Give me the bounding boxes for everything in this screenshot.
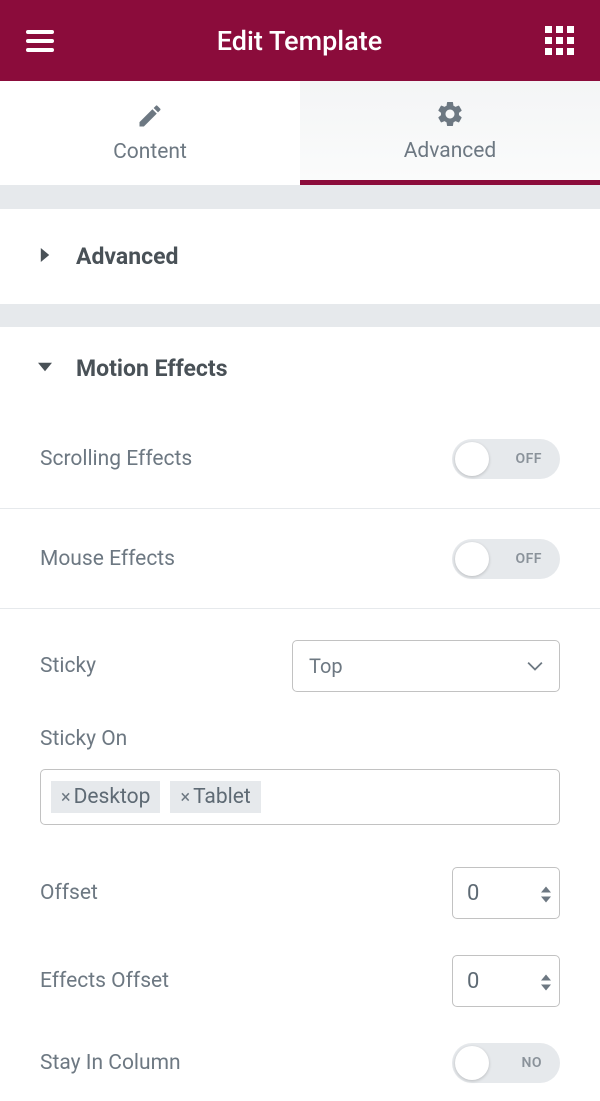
toggle-state: NO — [521, 1055, 542, 1071]
offset-value: 0 — [467, 881, 479, 906]
offset-row: Offset 0 — [0, 849, 600, 937]
gear-icon — [435, 99, 465, 129]
tab-advanced[interactable]: Advanced — [300, 81, 600, 185]
toggle-state: OFF — [515, 551, 542, 567]
section-advanced-title: Advanced — [76, 243, 178, 270]
tab-content[interactable]: Content — [0, 81, 300, 185]
toggle-knob — [455, 542, 489, 576]
sticky-on-label: Sticky On — [40, 727, 560, 751]
toggle-knob — [455, 442, 489, 476]
spinner-down-icon[interactable] — [541, 894, 551, 903]
section-advanced[interactable]: Advanced — [0, 209, 600, 304]
number-spinner — [541, 884, 551, 903]
sticky-label: Sticky — [40, 654, 96, 678]
chevron-down-icon — [527, 657, 543, 676]
editor-header: Edit Template — [0, 0, 600, 81]
spacer — [0, 186, 600, 209]
scrolling-effects-toggle[interactable]: OFF — [452, 439, 560, 479]
scrolling-effects-row: Scrolling Effects OFF — [0, 409, 600, 509]
section-motion-effects[interactable]: Motion Effects — [0, 327, 600, 409]
scrolling-effects-label: Scrolling Effects — [40, 447, 192, 471]
sticky-on-block: Sticky On × Desktop × Tablet — [0, 715, 600, 849]
spinner-up-icon[interactable] — [541, 972, 551, 981]
stay-in-column-toggle[interactable]: NO — [452, 1043, 560, 1083]
section-motion-effects-title: Motion Effects — [76, 355, 228, 382]
remove-tag-icon[interactable]: × — [61, 787, 71, 808]
tag-desktop: × Desktop — [51, 781, 160, 813]
stay-in-column-row: Stay In Column NO — [0, 1025, 600, 1101]
spinner-down-icon[interactable] — [541, 982, 551, 991]
mouse-effects-label: Mouse Effects — [40, 547, 175, 571]
spinner-up-icon[interactable] — [541, 884, 551, 893]
caret-down-icon — [38, 359, 52, 378]
header-title: Edit Template — [217, 25, 382, 57]
stay-in-column-label: Stay In Column — [40, 1051, 181, 1075]
sticky-on-input[interactable]: × Desktop × Tablet — [40, 769, 560, 825]
panel-tabs: Content Advanced — [0, 81, 600, 186]
number-spinner — [541, 972, 551, 991]
mouse-effects-toggle[interactable]: OFF — [452, 539, 560, 579]
sticky-row: Sticky Top — [0, 609, 600, 715]
tag-label: Desktop — [74, 785, 151, 809]
toggle-knob — [455, 1046, 489, 1080]
sticky-select-value: Top — [309, 654, 343, 678]
apps-grid-icon[interactable] — [545, 26, 574, 55]
spacer — [0, 304, 600, 327]
offset-label: Offset — [40, 881, 98, 905]
toggle-state: OFF — [515, 451, 542, 467]
tag-tablet: × Tablet — [170, 781, 260, 813]
effects-offset-value: 0 — [467, 969, 479, 994]
effects-offset-row: Effects Offset 0 — [0, 937, 600, 1025]
tab-content-label: Content — [113, 140, 187, 164]
tag-label: Tablet — [193, 785, 251, 809]
effects-offset-label: Effects Offset — [40, 969, 169, 993]
tab-advanced-label: Advanced — [404, 139, 497, 163]
offset-input[interactable]: 0 — [452, 867, 560, 919]
mouse-effects-row: Mouse Effects OFF — [0, 509, 600, 609]
pencil-icon — [136, 102, 164, 130]
sticky-select[interactable]: Top — [292, 640, 560, 692]
menu-icon[interactable] — [26, 30, 54, 52]
effects-offset-input[interactable]: 0 — [452, 955, 560, 1007]
remove-tag-icon[interactable]: × — [180, 787, 190, 808]
caret-right-icon — [38, 247, 52, 266]
